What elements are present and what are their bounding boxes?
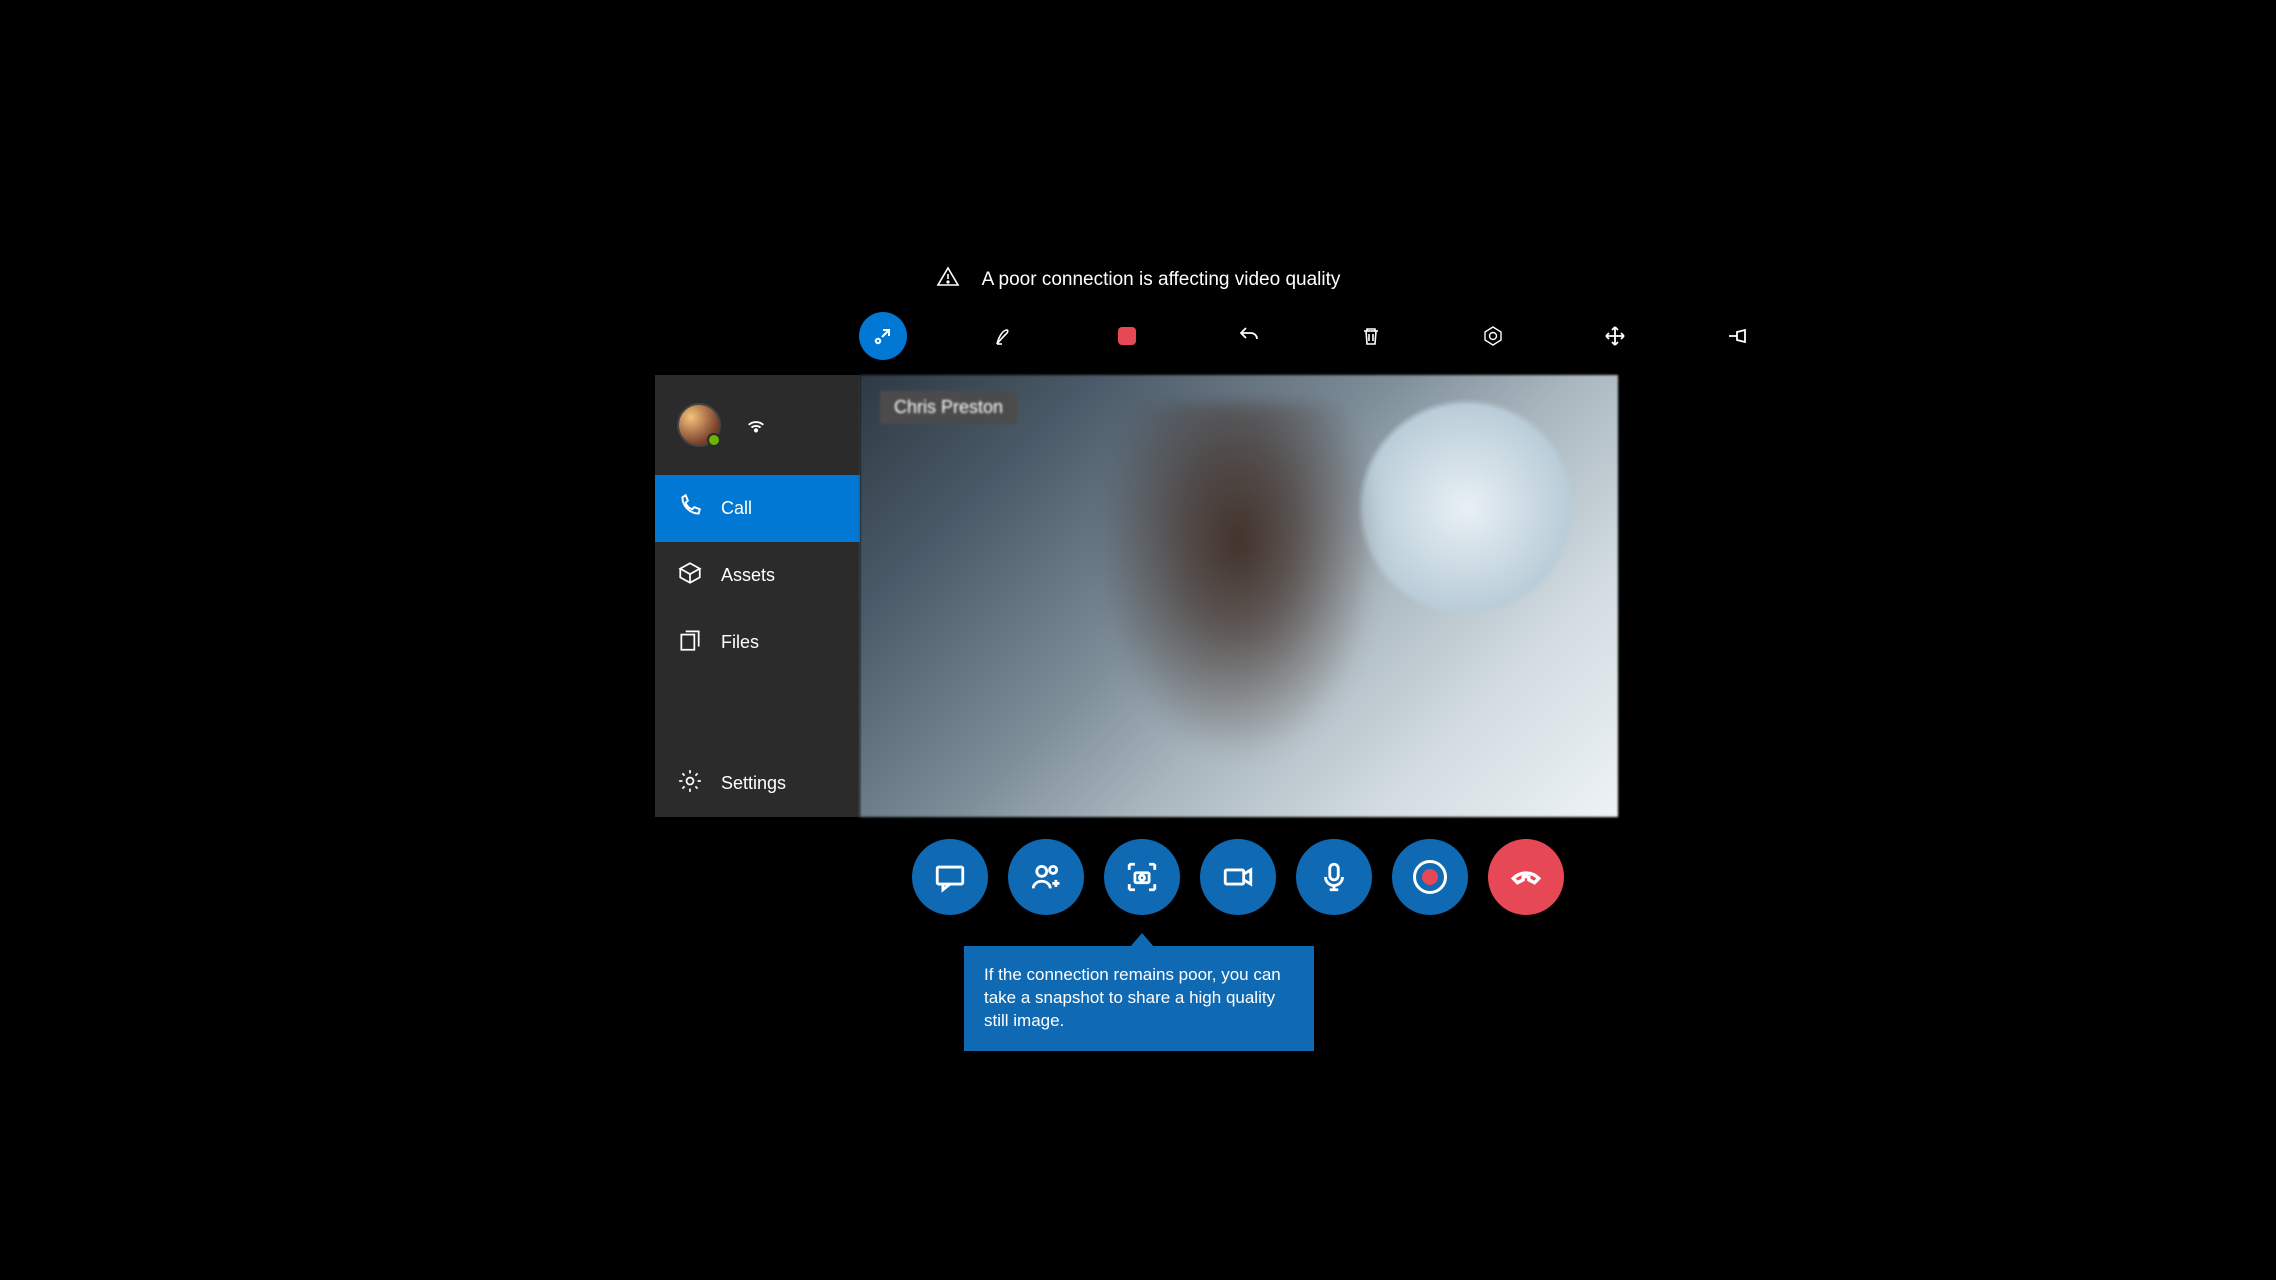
sidebar-item-label: Call: [721, 498, 752, 519]
pointer-collapse-button[interactable]: [859, 312, 907, 360]
move-button[interactable]: [1591, 312, 1639, 360]
sidebar: Call Assets: [655, 375, 860, 817]
aperture-button[interactable]: [1469, 312, 1517, 360]
mic-button[interactable]: [1296, 839, 1372, 915]
sidebar-item-label: Files: [721, 632, 759, 653]
record-button[interactable]: [1392, 839, 1468, 915]
remote-video: Chris Preston: [860, 375, 1618, 817]
box-icon: [677, 560, 703, 591]
stop-icon: [1118, 327, 1136, 345]
wifi-icon: [745, 412, 767, 439]
connection-warning: A poor connection is affecting video qua…: [409, 265, 1867, 295]
participant-name-chip: Chris Preston: [880, 391, 1017, 424]
warning-text: A poor connection is affecting video qua…: [982, 269, 1341, 291]
sidebar-item-files[interactable]: Files: [655, 609, 860, 676]
files-icon: [677, 627, 703, 658]
app-panel: Call Assets: [655, 375, 1618, 817]
sidebar-item-settings[interactable]: Settings: [655, 750, 860, 817]
snapshot-button[interactable]: [1104, 839, 1180, 915]
nav-list: Call Assets: [655, 475, 860, 676]
stop-button[interactable]: [1103, 312, 1151, 360]
sidebar-item-label: Settings: [721, 773, 786, 794]
nav-list-bottom: Settings: [655, 750, 860, 817]
presence-indicator: [707, 433, 721, 447]
trash-button[interactable]: [1347, 312, 1395, 360]
avatar[interactable]: [677, 403, 721, 447]
warning-icon: [936, 265, 960, 295]
pin-button[interactable]: [1713, 312, 1761, 360]
sidebar-item-label: Assets: [721, 565, 775, 586]
video-button[interactable]: [1200, 839, 1276, 915]
record-icon: [1413, 860, 1447, 894]
add-people-button[interactable]: [1008, 839, 1084, 915]
user-bar: [655, 375, 860, 475]
sidebar-item-call[interactable]: Call: [655, 475, 860, 542]
gear-icon: [677, 768, 703, 799]
pen-button[interactable]: [981, 312, 1029, 360]
annotation-toolbar: [859, 312, 1761, 360]
sidebar-item-assets[interactable]: Assets: [655, 542, 860, 609]
phone-icon: [677, 493, 703, 524]
snapshot-tooltip: If the connection remains poor, you can …: [964, 946, 1314, 1051]
undo-button[interactable]: [1225, 312, 1273, 360]
hangup-button[interactable]: [1488, 839, 1564, 915]
call-action-bar: [912, 839, 1564, 915]
chat-button[interactable]: [912, 839, 988, 915]
